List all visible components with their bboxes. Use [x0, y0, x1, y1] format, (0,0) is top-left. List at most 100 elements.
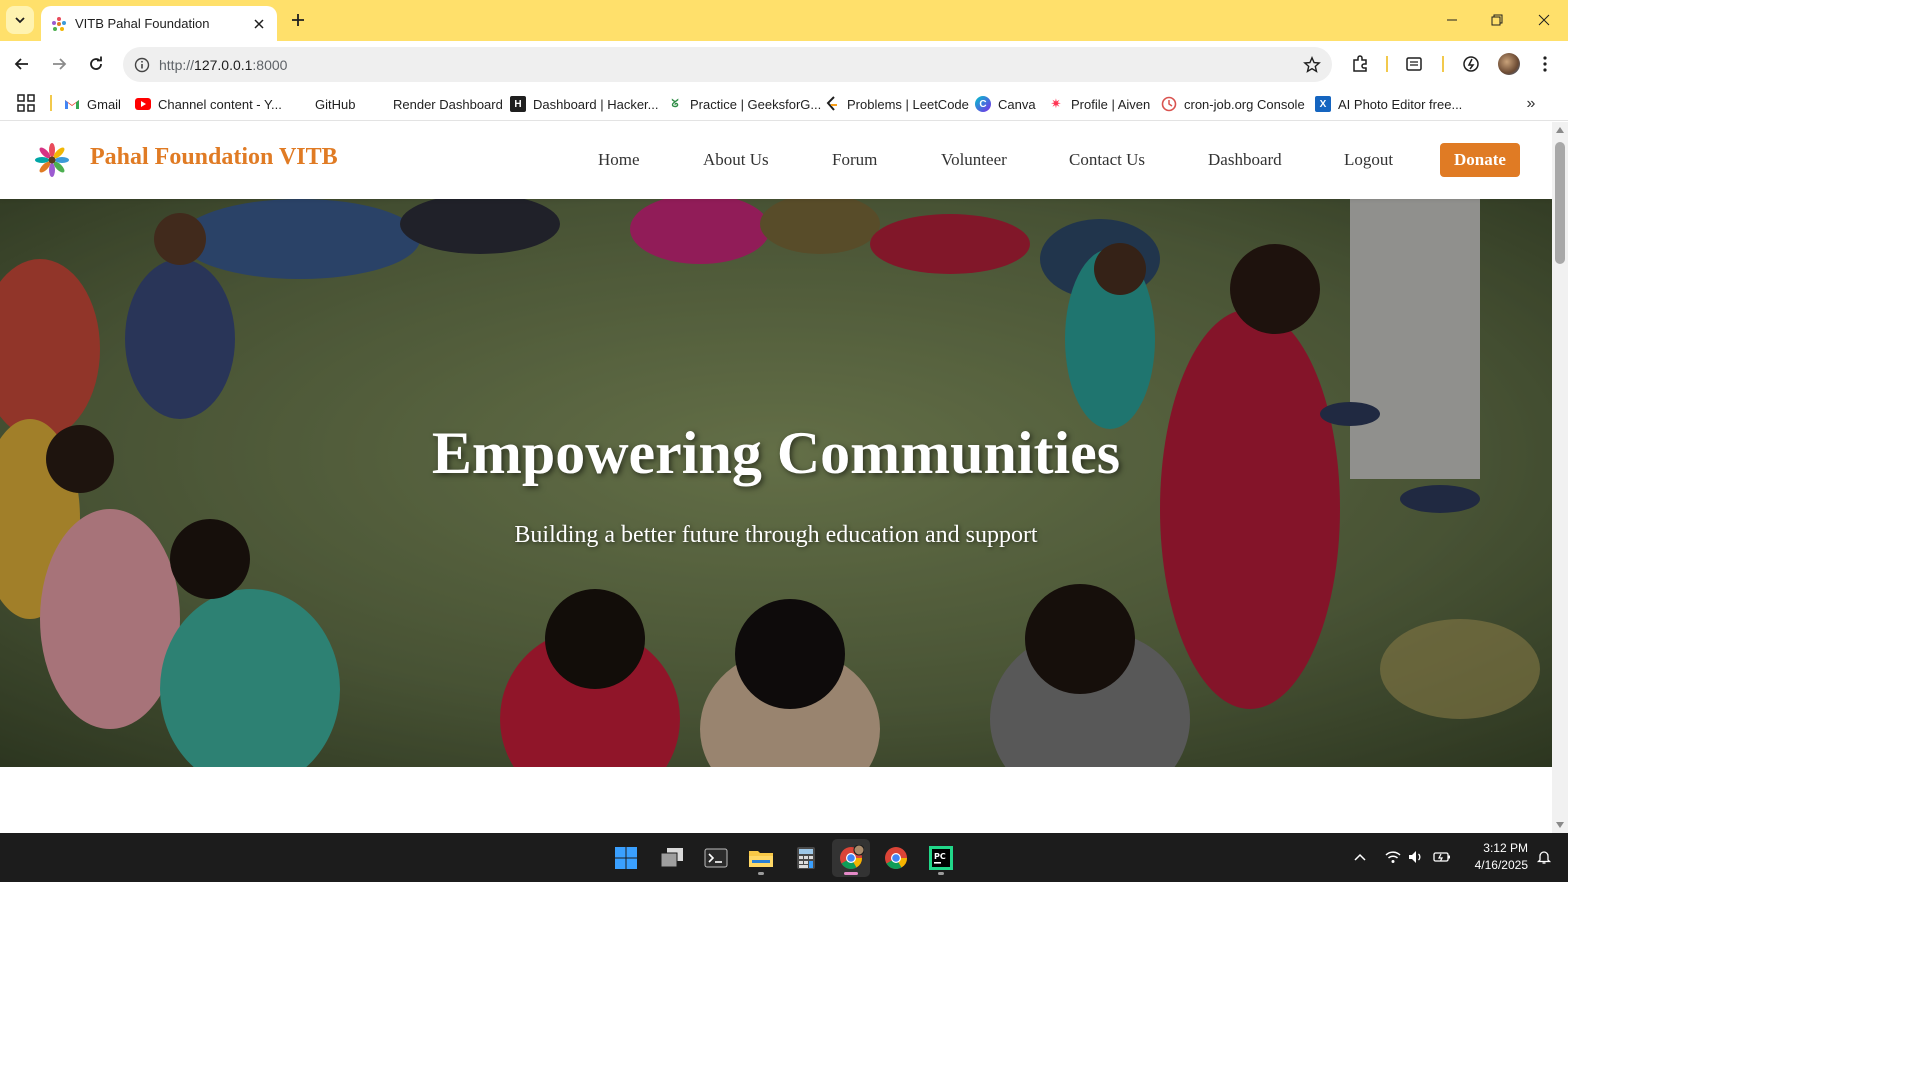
page-scrollbar[interactable]	[1552, 122, 1568, 833]
toolbar-divider	[1442, 56, 1444, 72]
nav-dashboard[interactable]: Dashboard	[1208, 150, 1282, 170]
toolbar-divider	[1386, 56, 1388, 72]
nav-contact-us[interactable]: Contact Us	[1069, 150, 1145, 170]
new-tab-button[interactable]	[286, 8, 310, 32]
site-info-icon[interactable]	[125, 57, 159, 73]
scroll-down-icon[interactable]	[1556, 822, 1564, 828]
start-button[interactable]	[607, 839, 645, 877]
more-bookmarks-icon[interactable]: »	[1520, 93, 1542, 115]
bookmark-star-icon[interactable]	[1292, 55, 1332, 74]
show-hidden-icons-button[interactable]	[1350, 847, 1370, 867]
plus-icon	[292, 14, 304, 26]
hackerrank-icon: H	[510, 96, 526, 112]
chevron-down-icon	[15, 17, 25, 24]
wifi-icon	[1385, 851, 1401, 863]
browser-toolbar: http://127.0.0.1:8000	[0, 41, 1568, 87]
notification-bell-icon	[1536, 851, 1552, 864]
task-view-icon	[660, 848, 683, 868]
apps-grid-icon[interactable]	[17, 94, 35, 112]
scrollbar-thumb[interactable]	[1555, 142, 1565, 264]
close-window-button[interactable]	[1524, 6, 1564, 34]
pahal-favicon-icon	[52, 16, 66, 31]
site-brand[interactable]: Pahal Foundation VITB	[90, 144, 338, 171]
start-icon	[615, 847, 637, 869]
reading-list-button[interactable]	[1400, 50, 1428, 78]
terminal-icon	[704, 848, 728, 868]
cronjob-icon	[1161, 96, 1177, 112]
bookmark-aiven[interactable]: ✷ Profile | Aiven	[1048, 93, 1151, 115]
running-indicator	[758, 872, 764, 875]
volume-control[interactable]	[1406, 847, 1426, 867]
bookmark-photo-editor[interactable]: X AI Photo Editor free...	[1315, 93, 1462, 115]
speaker-icon	[1409, 851, 1421, 863]
restore-window-button[interactable]	[1477, 6, 1517, 34]
wifi-status[interactable]	[1383, 847, 1403, 867]
hero-title: Empowering Communities	[431, 420, 1121, 486]
reload-button[interactable]	[82, 50, 110, 78]
calculator-button[interactable]	[787, 839, 825, 877]
restore-icon	[1491, 14, 1503, 26]
render-icon	[370, 96, 386, 112]
chrome-icon	[885, 847, 907, 869]
chrome-profile-icon	[840, 845, 864, 869]
pahal-logo-icon[interactable]	[34, 142, 70, 178]
address-bar[interactable]: http://127.0.0.1:8000	[123, 47, 1332, 82]
running-indicator	[938, 872, 944, 875]
bookmark-leetcode[interactable]: Problems | LeetCode	[824, 93, 969, 115]
canva-icon: C	[975, 96, 991, 112]
chrome-button[interactable]	[877, 839, 915, 877]
clock-time: 3:12 PM	[1483, 841, 1528, 855]
site-header: Pahal Foundation VITB Home About Us Foru…	[0, 122, 1552, 199]
bookmark-geeksforgeeks[interactable]: ᘜ Practice | GeeksforG...	[667, 93, 821, 115]
notifications-button[interactable]	[1534, 847, 1554, 867]
bookmark-cronjob[interactable]: cron-job.org Console	[1161, 93, 1305, 115]
file-explorer-button[interactable]	[742, 839, 780, 877]
calculator-icon	[797, 847, 815, 869]
hero-subtitle: Building a better future through educati…	[514, 522, 1038, 548]
nav-volunteer[interactable]: Volunteer	[941, 150, 1007, 170]
extensions-button[interactable]	[1346, 50, 1374, 78]
bookmark-hackerrank[interactable]: H Dashboard | Hacker...	[510, 93, 659, 115]
scroll-up-icon[interactable]	[1556, 127, 1564, 133]
page-viewport: Pahal Foundation VITB Home About Us Foru…	[0, 122, 1552, 833]
reload-icon	[90, 56, 102, 70]
bookmarks-divider	[50, 95, 52, 111]
donate-button[interactable]: Donate	[1440, 143, 1520, 177]
bookmark-canva[interactable]: C Canva	[975, 93, 1036, 115]
gmail-icon	[64, 96, 80, 112]
bookmark-render[interactable]: Render Dashboard	[370, 93, 503, 115]
tab-search-button[interactable]	[6, 6, 34, 34]
nav-forum[interactable]: Forum	[832, 150, 877, 170]
close-tab-icon[interactable]	[251, 16, 267, 32]
aiven-icon: ✷	[1050, 96, 1062, 111]
battery-status[interactable]	[1432, 847, 1452, 867]
close-icon	[1538, 14, 1550, 26]
active-indicator	[844, 872, 858, 875]
performance-button[interactable]	[1457, 50, 1485, 78]
bookmark-gmail[interactable]: Gmail	[64, 93, 121, 115]
bookmarks-bar: Gmail Channel content - Y... GitHub Rend…	[0, 87, 1568, 121]
pycharm-button[interactable]: PC	[922, 839, 960, 877]
pycharm-icon: PC	[929, 846, 953, 870]
side-panel-icon	[1406, 57, 1422, 71]
minimize-window-button[interactable]	[1432, 6, 1472, 34]
svg-text:PC: PC	[934, 852, 946, 861]
bookmark-github[interactable]: GitHub	[292, 93, 355, 115]
photo-editor-icon: X	[1315, 96, 1331, 112]
back-button[interactable]	[8, 50, 36, 78]
nav-home[interactable]: Home	[598, 150, 640, 170]
forward-button[interactable]	[45, 50, 73, 78]
nav-about-us[interactable]: About Us	[703, 150, 769, 170]
system-clock[interactable]: 3:12 PM 4/16/2025	[1462, 840, 1528, 874]
file-explorer-icon	[749, 851, 773, 867]
nav-logout[interactable]: Logout	[1344, 150, 1393, 170]
profile-avatar[interactable]	[1498, 53, 1520, 75]
chevron-up-icon	[1354, 853, 1366, 861]
terminal-button[interactable]	[697, 839, 735, 877]
chrome-profile-button[interactable]	[832, 839, 870, 877]
url-text[interactable]: http://127.0.0.1:8000	[159, 57, 1292, 73]
browser-tab-active[interactable]: VITB Pahal Foundation	[41, 6, 277, 41]
bookmark-youtube[interactable]: Channel content - Y...	[135, 93, 282, 115]
task-view-button[interactable]	[653, 839, 691, 877]
browser-menu-button[interactable]	[1531, 50, 1559, 78]
